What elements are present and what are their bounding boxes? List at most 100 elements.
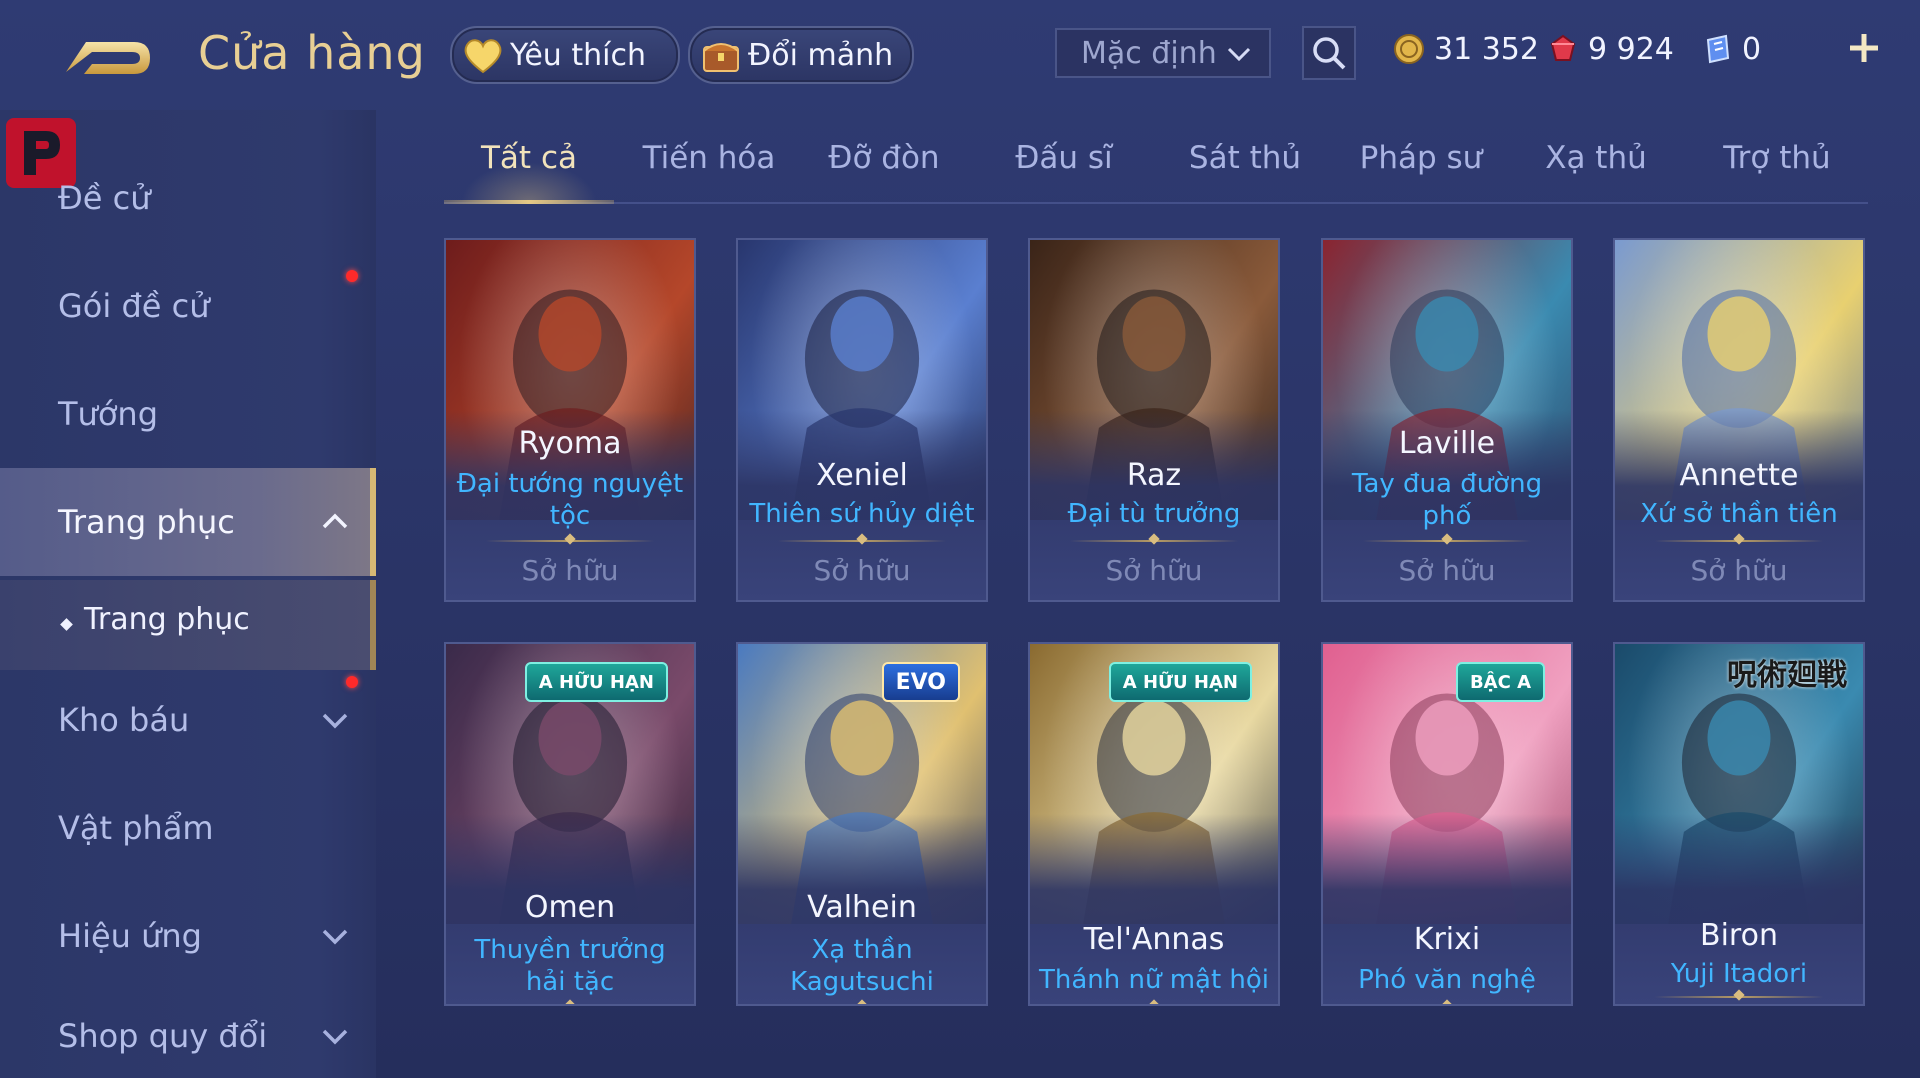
tab-fighter[interactable]: Đấu sĩ bbox=[994, 140, 1134, 200]
sidebar-item-items[interactable]: Vật phẩm bbox=[0, 778, 376, 878]
heart-icon bbox=[460, 32, 506, 78]
tab-all[interactable]: Tất cả bbox=[444, 140, 614, 204]
ownership-status: Sở hữu bbox=[813, 554, 911, 587]
shard-exchange-button[interactable]: Đổi mảnh bbox=[688, 26, 914, 84]
sidebar-item-effects[interactable]: Hiệu ứng bbox=[0, 886, 376, 986]
sidebar-item-recommended[interactable]: Đề cử bbox=[0, 148, 376, 248]
sidebar-item-label: Shop quy đổi bbox=[58, 1017, 268, 1055]
sidebar-item-label: Đề cử bbox=[58, 179, 151, 217]
hero-name: Xeniel bbox=[816, 458, 908, 493]
skin-card[interactable]: ValheinXạ thần KagutsuchiSở hữuEVO bbox=[736, 642, 988, 1006]
tier-badge: 呪術廻戦 bbox=[1727, 658, 1847, 693]
sidebar-subitem-skins[interactable]: Trang phục bbox=[0, 580, 376, 670]
skin-name: Đại tù trưởng bbox=[1067, 499, 1241, 529]
skin-name: Phó văn nghệ bbox=[1358, 965, 1536, 995]
bullet-icon bbox=[60, 618, 73, 631]
skin-name: Thiên sứ hủy diệt bbox=[749, 499, 975, 529]
favorites-label: Yêu thích bbox=[510, 37, 646, 73]
card-divider bbox=[1363, 533, 1531, 545]
search-button[interactable] bbox=[1302, 26, 1356, 80]
sidebar-item-heroes[interactable]: Tướng bbox=[0, 364, 376, 464]
skin-name: Xứ sở thần tiên bbox=[1640, 499, 1838, 529]
sidebar-item-label: Gói đề cử bbox=[58, 287, 210, 325]
tier-badge: EVO bbox=[881, 662, 960, 702]
ownership-status: Sở hữu bbox=[521, 554, 619, 587]
skin-card[interactable]: KrixiPhó văn nghệSở hữuBẬC A bbox=[1321, 642, 1573, 1006]
sort-value: Mặc định bbox=[1081, 35, 1217, 71]
sidebar-item-label: Kho báu bbox=[58, 701, 190, 739]
tab-evolution[interactable]: Tiến hóa bbox=[634, 140, 784, 200]
hero-name: Tel'Annas bbox=[1083, 922, 1225, 957]
plus-icon bbox=[1850, 34, 1878, 62]
ownership-status: Nhận từ sự kiện bbox=[1615, 1004, 1863, 1006]
skin-name: Thuyền trưởng hải tặc bbox=[474, 935, 666, 997]
sidebar-item-skins[interactable]: Trang phục bbox=[0, 468, 376, 576]
search-icon bbox=[1313, 37, 1346, 70]
sidebar-item-label: Vật phẩm bbox=[58, 809, 214, 847]
skin-card[interactable]: Laville Tay đua đường phố Sở hữu bbox=[1321, 238, 1573, 602]
hero-name: Krixi bbox=[1413, 922, 1481, 957]
card-divider bbox=[486, 533, 654, 545]
tier-badge: A HỮU HẠN bbox=[1108, 662, 1252, 702]
skin-card[interactable]: Xeniel Thiên sứ hủy diệt Sở hữu bbox=[736, 238, 988, 602]
sidebar-item-treasure[interactable]: Kho báu bbox=[0, 670, 376, 770]
hero-name: Valhein bbox=[807, 890, 917, 925]
voucher-icon bbox=[1706, 34, 1730, 64]
skin-name: Xạ thần Kagutsuchi bbox=[790, 935, 934, 997]
skin-name: Tay đua đường phố bbox=[1351, 469, 1543, 531]
skin-card[interactable]: Annette Xứ sở thần tiên Sở hữu bbox=[1613, 238, 1865, 602]
hero-name: Omen bbox=[524, 890, 616, 925]
gold-amount: 31 352 bbox=[1434, 31, 1539, 67]
tab-mage[interactable]: Pháp sư bbox=[1346, 140, 1496, 200]
sidebar-item-bundles[interactable]: Gói đề cử bbox=[0, 256, 376, 356]
ownership-status: Sở hữu bbox=[1105, 554, 1203, 587]
sidebar-item-label: Hiệu ứng bbox=[58, 917, 202, 955]
sidebar-item-label: Tướng bbox=[58, 395, 158, 433]
chevron-down-icon bbox=[322, 713, 348, 729]
skin-card[interactable]: Ryoma Đại tướng nguyệt tộc Sở hữu bbox=[444, 238, 696, 602]
voucher-balance: 0 bbox=[1700, 28, 1761, 70]
gold-balance: 31 352 bbox=[1392, 28, 1539, 70]
tab-marksman[interactable]: Xạ thủ bbox=[1526, 140, 1666, 200]
favorites-button[interactable]: Yêu thích bbox=[450, 26, 680, 84]
card-divider bbox=[1655, 533, 1823, 545]
card-divider bbox=[778, 533, 946, 545]
skin-card[interactable]: Biron Yuji Itadori Nhận từ sự kiện 呪術廻戦 bbox=[1613, 642, 1865, 1006]
top-bar: Cửa hàng Yêu thích Đổi mảnh Mặc định 31 … bbox=[0, 0, 1920, 110]
skin-card[interactable]: Raz Đại tù trưởng Sở hữu bbox=[1028, 238, 1280, 602]
hero-name: Biron bbox=[1700, 918, 1778, 953]
ownership-status: Sở hữu bbox=[1690, 554, 1788, 587]
hero-name: Ryoma bbox=[518, 426, 622, 461]
tab-tank[interactable]: Đỡ đòn bbox=[814, 140, 954, 200]
sidebar-item-exchange-shop[interactable]: Shop quy đổi bbox=[0, 994, 376, 1078]
category-tabs: Tất cả Tiến hóa Đỡ đòn Đấu sĩ Sát thủ Ph… bbox=[444, 140, 1868, 204]
sidebar-subitem-label: Trang phục bbox=[84, 602, 250, 637]
skin-name: Thánh nữ mật hội bbox=[1038, 965, 1270, 995]
notification-dot bbox=[346, 270, 358, 282]
skin-name: Đại tướng nguyệt tộc bbox=[456, 469, 684, 531]
tier-badge: A HỮU HẠN bbox=[524, 662, 668, 702]
skin-name: Yuji Itadori bbox=[1670, 959, 1808, 989]
ruby-amount: 9 924 bbox=[1588, 31, 1674, 67]
tier-badge: BẬC A bbox=[1455, 662, 1545, 702]
tab-assassin[interactable]: Sát thủ bbox=[1170, 140, 1320, 200]
card-divider bbox=[1070, 533, 1238, 545]
gold-coin-icon bbox=[1394, 34, 1424, 64]
chest-icon bbox=[698, 32, 744, 78]
page-title: Cửa hàng bbox=[198, 26, 426, 80]
notification-dot bbox=[346, 676, 358, 688]
ownership-status: Sở hữu bbox=[1398, 554, 1496, 587]
card-divider bbox=[1655, 989, 1823, 1001]
back-arrow-icon[interactable] bbox=[58, 28, 158, 88]
tab-support[interactable]: Trợ thủ bbox=[1702, 140, 1852, 200]
skin-card[interactable]: OmenThuyền trưởng hải tặcSở hữuA HỮU HẠN bbox=[444, 642, 696, 1006]
chevron-down-icon bbox=[1227, 47, 1251, 62]
sort-dropdown[interactable]: Mặc định bbox=[1055, 28, 1271, 78]
skin-card[interactable]: Tel'AnnasThánh nữ mật hộiSở hữuA HỮU HẠN bbox=[1028, 642, 1280, 1006]
chevron-down-icon bbox=[322, 1029, 348, 1045]
chevron-down-icon bbox=[322, 929, 348, 945]
shard-exchange-label: Đổi mảnh bbox=[748, 37, 894, 73]
hero-name: Laville bbox=[1398, 426, 1496, 461]
voucher-amount: 0 bbox=[1742, 31, 1762, 67]
add-currency-button[interactable] bbox=[1842, 26, 1886, 70]
